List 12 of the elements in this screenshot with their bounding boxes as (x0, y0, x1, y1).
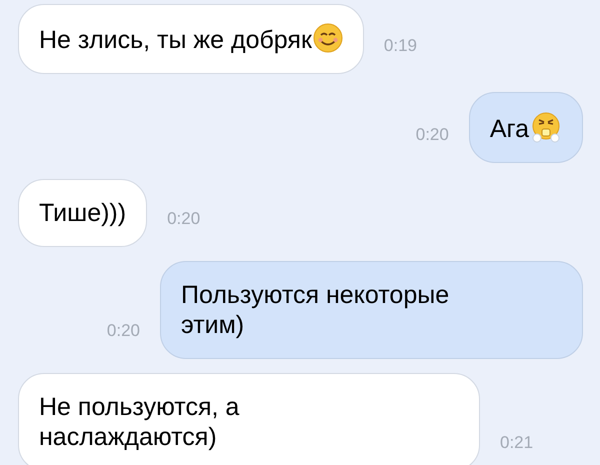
smiling-face-icon (312, 23, 343, 53)
message-text: Тише))) (39, 198, 126, 228)
message-text: Не пользуются, а наслаждаются) (39, 392, 240, 452)
message-time: 0:20 (166, 208, 202, 230)
message-text: Не злись, ты же добряк (39, 23, 343, 55)
message-time: 0:19 (382, 34, 418, 56)
message-text: Пользуются некоторые этим) (181, 280, 450, 340)
message-time: 0:21 (499, 432, 534, 454)
message-time: 0:20 (414, 124, 450, 146)
message-time: 0:20 (106, 320, 141, 342)
message-text: Ага (490, 111, 562, 144)
steaming-face-icon (530, 111, 562, 143)
